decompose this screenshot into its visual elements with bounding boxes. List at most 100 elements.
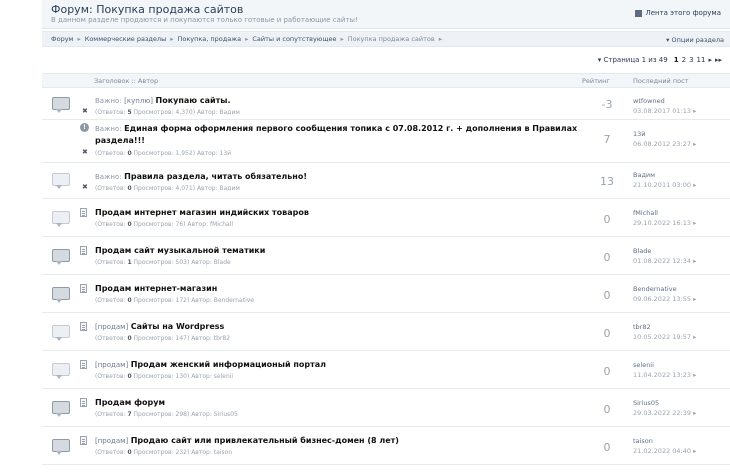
last-post-user[interactable]: 13й (633, 130, 646, 138)
document-icon (80, 208, 87, 217)
breadcrumb-item-buy-sell[interactable]: Покупка, продажа (177, 35, 241, 43)
topic-tag: [куплю] (124, 97, 153, 105)
topic-rating: -3 (601, 98, 613, 111)
next-page-icon[interactable]: ▸ (708, 56, 712, 64)
topic-author[interactable]: Вадим (220, 185, 240, 192)
topic-author[interactable]: selenii (214, 373, 233, 380)
document-icon (80, 246, 87, 255)
speech-bubble-icon[interactable] (52, 363, 70, 379)
table-row: Продам форум (Ответов: 7 Просмотров: 298… (42, 389, 730, 427)
speech-bubble-icon[interactable] (52, 173, 70, 189)
speech-bubble-icon[interactable] (52, 211, 70, 227)
last-post-date[interactable]: 09.06.2022 13:55 ▸ (633, 295, 696, 303)
topic-meta: (Ответов: 0 Просмотров: 130) Автор: sele… (95, 373, 234, 380)
topic-meta: (Ответов: 0 Просмотров: 1,952) Автор: 13… (95, 150, 232, 157)
topic-author[interactable]: Sirius05 (214, 411, 238, 418)
speech-bubble-icon[interactable] (52, 287, 70, 303)
table-row: [продам] Продаю сайт или привлекательный… (42, 427, 730, 465)
last-post-user[interactable]: fMichall (633, 209, 658, 217)
last-post-user[interactable]: Blade (633, 247, 651, 255)
table-row: Важно: Правила раздела, читать обязатель… (42, 163, 730, 199)
last-post-user[interactable]: Bendernative (633, 285, 677, 293)
topic-title-link[interactable]: Покупаю сайты. (156, 96, 231, 105)
last-post-date[interactable]: 21.02.2022 04:40 ▸ (633, 447, 696, 455)
topic-rating: 0 (603, 289, 611, 302)
last-post-date[interactable]: 11.04.2022 13:23 ▸ (633, 371, 696, 379)
last-post-user[interactable]: Sirius05 (633, 399, 659, 407)
last-post-user[interactable]: wtfowned (633, 97, 665, 105)
topic-title-link[interactable]: Единая форма оформления первого сообщени… (95, 124, 577, 145)
page-link-2[interactable]: 2 (682, 56, 686, 64)
topic-title-line: Важно: Единая форма оформления первого с… (95, 123, 605, 146)
breadcrumb-item-commercial[interactable]: Коммерческие разделы (85, 35, 167, 43)
speech-bubble-icon[interactable] (52, 97, 70, 113)
speech-bubble-icon[interactable] (52, 439, 70, 455)
topic-rating: 0 (603, 365, 611, 378)
speech-bubble-icon[interactable] (52, 325, 70, 341)
table-row: Продам интернет магазин индийских товаро… (42, 199, 730, 237)
speech-bubble-icon[interactable] (52, 249, 70, 265)
topic-title-link[interactable]: Правила раздела, читать обязательно! (124, 172, 307, 181)
column-title-author[interactable]: Заголовок :: Автор (94, 77, 158, 85)
page-link-11[interactable]: 11 (697, 56, 706, 64)
page-link-3[interactable]: 3 (689, 56, 693, 64)
rss-icon (635, 9, 643, 17)
topic-title-link[interactable]: Продам женский информационый портал (131, 360, 326, 369)
speech-bubble-icon[interactable] (52, 401, 70, 417)
last-post-date[interactable]: 29.10.2022 16:13 ▸ (633, 219, 696, 227)
topic-title-link[interactable]: Сайты на Wordpress (131, 322, 225, 331)
topic-author[interactable]: tbr82 (214, 335, 230, 342)
topic-title-line: Важно: Правила раздела, читать обязатель… (95, 172, 307, 181)
last-post-user[interactable]: Вадим (633, 171, 655, 179)
alert-icon: ! (80, 123, 89, 132)
last-post-date[interactable]: 29.03.2022 22:39 ▸ (633, 409, 696, 417)
topic-title-line: Продам сайт музыкальной тематики (95, 246, 265, 255)
breadcrumb-item-sites[interactable]: Сайты и сопутствующее (252, 35, 336, 43)
topic-rating: 0 (603, 403, 611, 416)
column-rating[interactable]: Рейтинг (582, 77, 610, 85)
topic-author[interactable]: fMichall (210, 221, 233, 228)
last-post-date[interactable]: 06.08.2012 23:27 ▸ (633, 140, 696, 148)
last-post-user[interactable]: taison (633, 437, 653, 445)
chevron-right-icon: ▸ (170, 35, 174, 43)
document-icon (80, 360, 87, 369)
topic-rating: 7 (603, 133, 611, 146)
topic-author[interactable]: Вадим (220, 109, 240, 116)
topic-author[interactable]: taison (214, 449, 232, 456)
page-indicator[interactable]: ▾ Страница 1 из 49 (598, 56, 668, 64)
topic-author[interactable]: 13й (220, 150, 232, 157)
topic-title-line: Продам форум (95, 398, 165, 407)
topic-title-line: [продам] Продаю сайт или привлекательный… (95, 436, 399, 445)
chevron-right-icon: ▸ (340, 35, 344, 43)
topic-rating: 0 (603, 327, 611, 340)
last-page-icon[interactable]: ▸▸ (715, 56, 722, 64)
rss-link[interactable]: Лента этого форума (635, 9, 721, 17)
breadcrumb-item-forum[interactable]: Форум (51, 35, 73, 43)
topic-title-line: Важно: [куплю] Покупаю сайты. (95, 96, 230, 105)
column-last-post[interactable]: Последний пост (633, 77, 688, 85)
topic-title-link[interactable]: Продам интернет-магазин (95, 284, 217, 293)
last-post-user[interactable]: tbr82 (633, 323, 651, 331)
forum-description: В данном разделе продаются и покупаются … (51, 16, 358, 24)
chevron-right-icon: ▸ (438, 35, 442, 43)
last-post-date[interactable]: 01.08.2022 12:34 ▸ (633, 257, 696, 265)
last-post-date[interactable]: 03.08.2017 01:13 ▸ (633, 107, 696, 115)
table-row: Продам интернет-магазин (Ответов: 0 Прос… (42, 275, 730, 313)
topic-author[interactable]: Bendernative (214, 297, 254, 304)
topic-title-link[interactable]: Продаю сайт или привлекательный бизнес-д… (131, 436, 399, 445)
topic-title-link[interactable]: Продам интернет магазин индийских товаро… (95, 208, 309, 217)
table-row: Продам сайт музыкальной тематики (Ответо… (42, 237, 730, 275)
section-options-button[interactable]: ▾ Опции раздела (666, 36, 724, 44)
topic-meta: (Ответов: 7 Просмотров: 298) Автор: Siri… (95, 411, 238, 418)
topic-title-link[interactable]: Продам сайт музыкальной тематики (95, 246, 265, 255)
topic-title-link[interactable]: Продам форум (95, 398, 165, 407)
topic-author[interactable]: Blade (214, 259, 231, 266)
topic-meta: (Ответов: 0 Просмотров: 4,071) Автор: Ва… (95, 185, 240, 192)
chevron-right-icon: ▸ (77, 35, 81, 43)
last-post-user[interactable]: selenii (633, 361, 654, 369)
last-post-date[interactable]: 21.10.2011 03:00 ▸ (633, 181, 696, 189)
topic-meta: (Ответов: 0 Просмотров: 76) Автор: fMich… (95, 221, 234, 228)
topic-tag: [продам] (95, 437, 129, 445)
last-post-date[interactable]: 10.05.2022 19:57 ▸ (633, 333, 696, 341)
topic-tag: [продам] (95, 361, 129, 369)
